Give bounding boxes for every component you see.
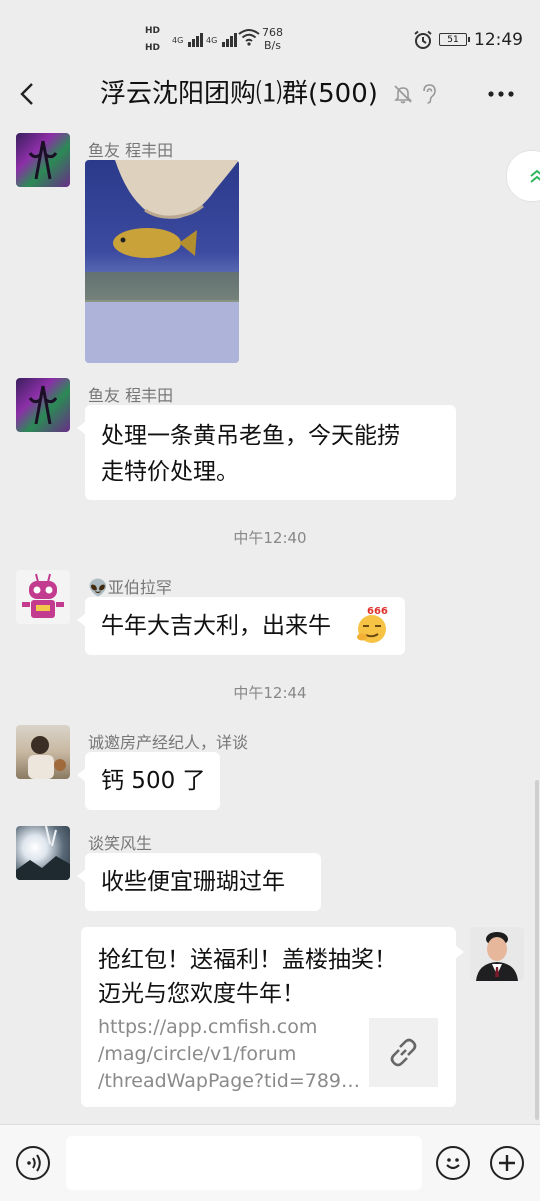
hd-indicator-2: HD	[145, 43, 161, 53]
bubble-tail	[455, 945, 464, 959]
status-bar: HD HD 4G 4G 768 B/s 51 12:49	[0, 0, 540, 76]
avatar-self[interactable]	[470, 927, 524, 981]
ellipsis-icon	[488, 91, 514, 97]
network-speed-value: 768	[262, 26, 283, 39]
message-text: 牛年大吉大利，出来牛	[101, 613, 331, 639]
sender-name: 鱼友 程丰田	[88, 141, 174, 160]
message-text-line-2: 走特价处理。	[101, 459, 239, 485]
avatar-realtor[interactable]	[16, 725, 70, 779]
clock: 12:49	[474, 30, 523, 50]
sender-name: 鱼友 程丰田	[88, 386, 174, 405]
person-photo	[470, 927, 524, 981]
wifi-icon	[238, 28, 260, 50]
double-chevron-up-icon	[530, 169, 540, 183]
chat-title: 浮云沈阳团购⑴群(500)	[100, 79, 378, 109]
link-url-line-2: /mag/circle/v1/forum	[98, 1043, 297, 1065]
sticker-666: 666	[355, 607, 391, 645]
alarm-icon	[413, 30, 433, 54]
chat-header: 浮云沈阳团购⑴群(500)	[0, 76, 540, 126]
avatar-tanxiaofengsheng[interactable]	[16, 826, 70, 880]
message-input[interactable]	[66, 1136, 422, 1190]
more-button[interactable]	[486, 80, 516, 108]
message-text: 钙 500 了	[101, 768, 206, 794]
network-speed-unit: B/s	[264, 39, 281, 52]
avatar-chengfengtian[interactable]	[16, 378, 70, 432]
link-url-line-3: /threadWapPage?tid=789…	[98, 1070, 361, 1092]
message-bubble[interactable]: 牛年大吉大利，出来牛 666	[77, 597, 405, 655]
sender-name: 诚邀房产经纪人，详谈	[88, 733, 249, 752]
link-title-line-2: 迈光与您欢度牛年！	[98, 981, 305, 1007]
signal-icon-1: 4G	[172, 28, 204, 47]
timestamp: 中午12:40	[233, 529, 307, 547]
message-text: 收些便宜珊瑚过年	[101, 869, 285, 895]
link-card[interactable]: 抢红包！送福利！盖楼抽奖！ 迈光与您欢度牛年！ https://app.cmfi…	[81, 927, 464, 1107]
ear-icon	[420, 83, 438, 109]
alien-emoji: 👽	[88, 578, 108, 597]
fish-photo	[85, 160, 239, 363]
input-bar	[0, 1124, 540, 1201]
battery-level: 51	[447, 35, 459, 45]
message-bubble[interactable]: 收些便宜珊瑚过年	[77, 853, 321, 911]
timestamp: 中午12:44	[233, 684, 307, 702]
avatar-yabolahan[interactable]	[16, 570, 70, 624]
sender-name: 亚伯拉罕	[107, 578, 172, 597]
bell-off-icon	[393, 84, 413, 108]
voice-icon	[27, 1154, 41, 1172]
message-bubble[interactable]: 钙 500 了	[77, 752, 220, 810]
landscape-photo	[16, 826, 70, 880]
link-url-line-1: https://app.cmfish.com	[98, 1016, 318, 1038]
smirk-face-icon	[357, 615, 386, 643]
scrollbar[interactable]	[535, 780, 539, 1120]
network-speed: 768 B/s	[262, 26, 283, 52]
voice-button[interactable]	[16, 1146, 50, 1180]
smiley-icon	[446, 1158, 460, 1170]
robot-avatar	[22, 573, 64, 618]
hd-indicator-1: HD	[145, 26, 161, 36]
person-photo	[28, 736, 66, 779]
avatar-chengfengtian[interactable]	[16, 133, 70, 187]
link-icon	[390, 1038, 417, 1067]
message-image[interactable]	[85, 160, 239, 363]
message-bubble[interactable]: 处理一条黄吊老鱼，今天能捞 走特价处理。	[77, 405, 456, 500]
network-type-1: 4G	[172, 36, 184, 45]
message-text-line-1: 处理一条黄吊老鱼，今天能捞	[101, 423, 400, 449]
plus-button[interactable]	[490, 1146, 524, 1180]
link-title-line-1: 抢红包！送福利！盖楼抽奖！	[98, 947, 397, 973]
plus-icon	[499, 1155, 515, 1171]
network-type-2: 4G	[206, 36, 218, 45]
signal-icon-2: 4G	[206, 28, 238, 47]
chevron-left-icon	[20, 83, 33, 105]
emoji-button[interactable]	[436, 1146, 470, 1180]
link-thumbnail	[369, 1018, 438, 1087]
sender-name-row: 👽亚伯拉罕	[88, 574, 172, 598]
battery-indicator: 51	[439, 33, 470, 46]
back-button[interactable]	[16, 82, 40, 106]
sender-name: 谈笑风生	[88, 834, 153, 853]
floating-side-button[interactable]	[506, 150, 540, 202]
